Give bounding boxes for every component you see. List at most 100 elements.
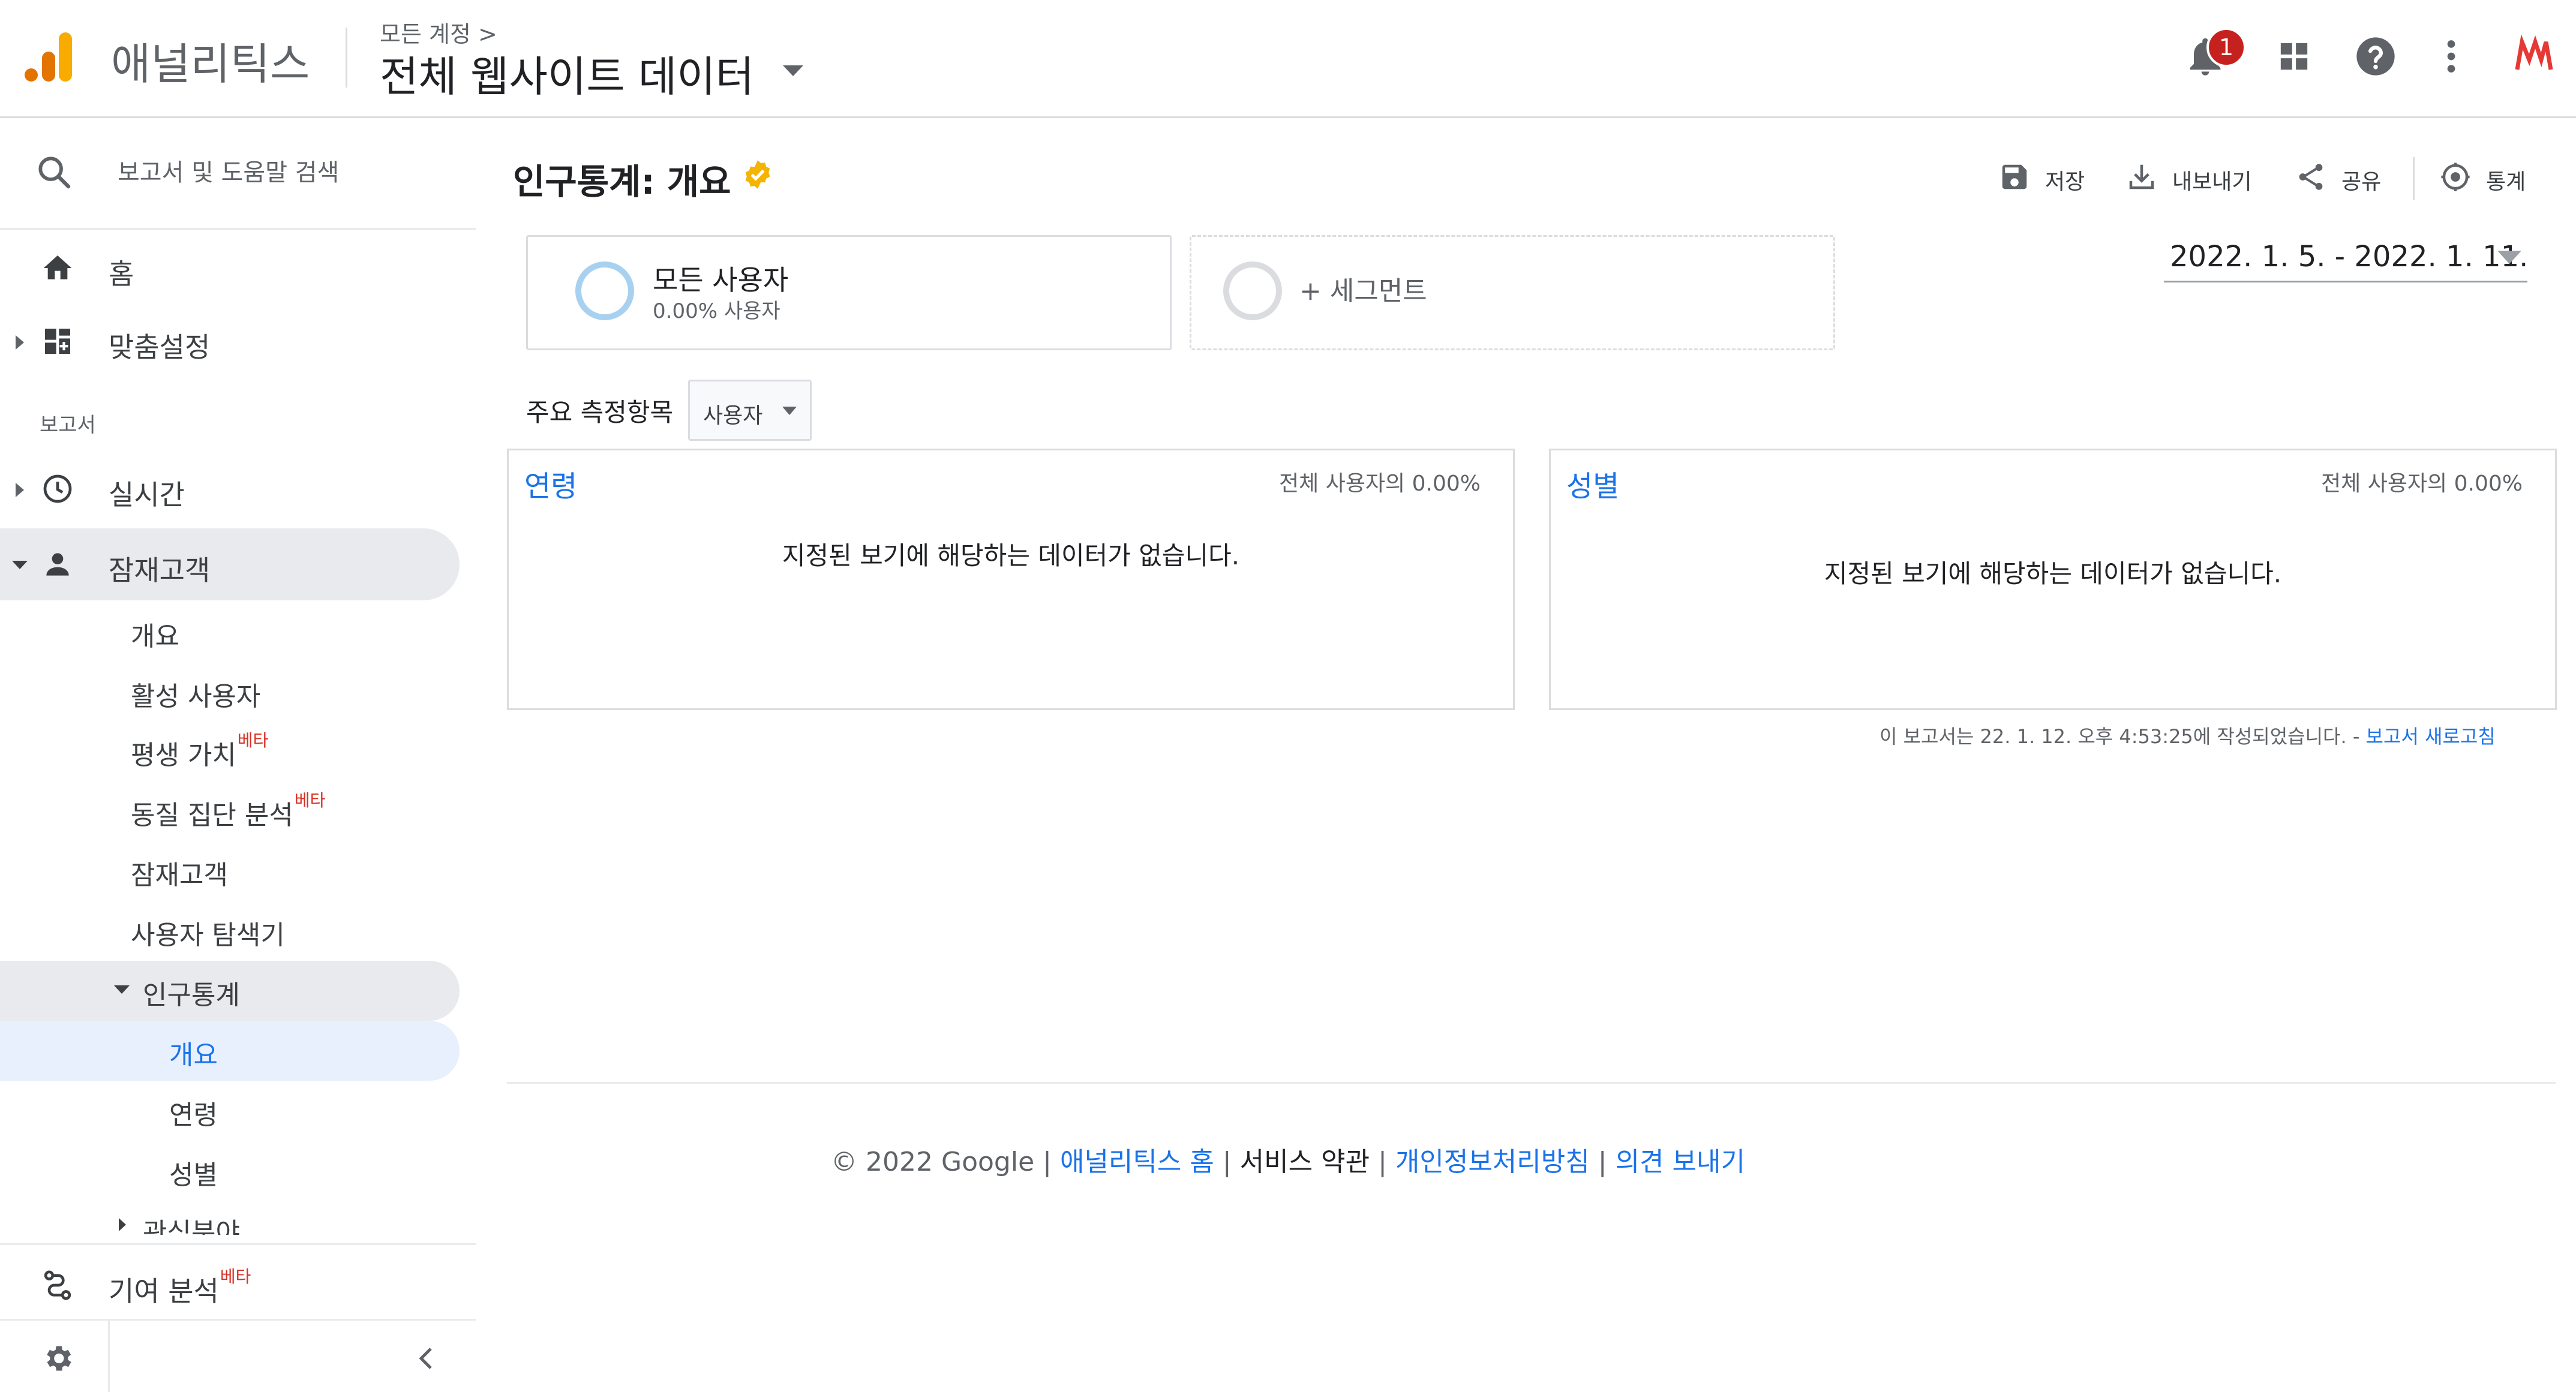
download-icon <box>2125 161 2158 193</box>
primary-metric-select[interactable]: 사용자 <box>688 380 812 441</box>
age-card-empty-message: 지정된 보기에 해당하는 데이터가 없습니다. <box>782 541 1240 570</box>
sidebar-item-user-explorer[interactable]: 사용자 탐색기 <box>131 913 285 952</box>
sidebar-item-customization[interactable]: 맞춤설정 <box>0 305 460 377</box>
beta-badge: 베타 <box>237 730 269 750</box>
export-button[interactable]: 내보내기 <box>2125 161 2263 194</box>
terms-link[interactable]: 서비스 약관 <box>1240 1147 1370 1177</box>
section-label-reports: 보고서 <box>40 413 96 437</box>
save-button[interactable]: 저장 <box>1998 161 2094 194</box>
sidebar-item-label: 홈 <box>109 258 134 290</box>
segment-name: 모든 사용자 <box>653 264 789 296</box>
copyright-text: © 2022 Google <box>831 1147 1035 1177</box>
home-icon <box>41 251 74 285</box>
report-timestamp-text: 이 보고서는 22. 1. 12. 오후 4:53:25에 작성되었습니다. - <box>1880 725 2360 748</box>
chevron-right-icon <box>119 1218 126 1231</box>
sidebar-item-label: 실시간 <box>109 479 185 511</box>
select-value: 사용자 <box>703 404 763 428</box>
attribution-route-icon <box>41 1268 74 1302</box>
chevron-down-icon[interactable] <box>2497 251 2521 264</box>
sidebar-item-home[interactable]: 홈 <box>0 232 460 304</box>
age-card-title[interactable]: 연령 <box>524 462 577 504</box>
sidebar-item-audience[interactable]: 잠재고객 <box>0 528 460 600</box>
analytics-logo[interactable] <box>23 30 77 84</box>
insights-label: 통계 <box>2486 170 2526 194</box>
beta-badge: 베타 <box>220 1267 251 1286</box>
gender-card-empty-message: 지정된 보기에 해당하는 데이터가 없습니다. <box>1824 559 2282 588</box>
sidebar-item-lifetime-value[interactable]: 평생 가치베타 <box>131 730 269 772</box>
footer-separator: | <box>1222 1147 1232 1177</box>
view-selector[interactable]: 전체 웹사이트 데이터 <box>380 43 754 104</box>
search-input[interactable]: 보고서 및 도움말 검색 <box>118 153 339 188</box>
footer-separator: | <box>1043 1147 1052 1177</box>
sidebar-item-demographics[interactable]: 인구통계 <box>143 973 240 1012</box>
primary-metric-label: 주요 측정항목 <box>526 398 674 427</box>
sidebar-item-age[interactable]: 연령 <box>169 1093 218 1132</box>
segment-ring-icon <box>574 260 636 322</box>
sidebar-item-overview[interactable]: 개요 <box>131 615 179 653</box>
segment-card-all-users[interactable]: 모든 사용자 0.00% 사용자 <box>526 235 1172 350</box>
sidebar-item-demographics-overview[interactable]: 개요 <box>169 1033 218 1072</box>
footer-separator: | <box>1378 1147 1387 1177</box>
top-app-bar: 애널리틱스 모든 계정 > 전체 웹사이트 데이터 1 <box>0 0 2576 118</box>
sidebar-footer-divider <box>108 1321 110 1392</box>
sidebar-divider <box>0 228 476 230</box>
gender-card-title[interactable]: 성별 <box>1566 462 1619 504</box>
age-card-percentage: 전체 사용자의 0.00% <box>1279 471 1481 496</box>
sidebar-item-label: 평생 가치 <box>131 740 236 771</box>
report-panel-bottom-border <box>507 1082 2556 1084</box>
search-icon[interactable] <box>35 153 73 191</box>
sidebar-item-label: 맞춤설정 <box>109 331 211 363</box>
segment-percentage: 0.00% 사용자 <box>653 299 780 323</box>
sidebar-item-audiences[interactable]: 잠재고객 <box>131 853 228 892</box>
segment-ring-icon <box>1221 260 1284 322</box>
sidebar-item-label: 동질 집단 분석 <box>131 800 293 831</box>
date-range-picker[interactable]: 2022. 1. 5. - 2022. 1. 11. <box>2170 240 2528 273</box>
chevron-down-icon <box>114 985 130 994</box>
selected-item-highlight <box>0 1021 460 1081</box>
sidebar-item-realtime[interactable]: 실시간 <box>0 453 460 525</box>
chevron-down-icon <box>782 407 797 415</box>
apps-grid-icon[interactable] <box>2271 34 2317 79</box>
app-name: 애널리틱스 <box>111 39 310 89</box>
send-feedback-link[interactable]: 의견 보내기 <box>1616 1147 1745 1177</box>
report-timestamp-note: 이 보고서는 22. 1. 12. 오후 4:53:25에 작성되었습니다. -… <box>1880 721 2496 749</box>
sidebar-item-interests[interactable]: 관심분야 <box>143 1211 240 1235</box>
page-title: 인구통계: 개요 <box>513 161 731 202</box>
footer: © 2022 Google | 애널리틱스 홈 | 서비스 약관 | 개인정보처… <box>0 1140 2576 1178</box>
chevron-right-icon <box>16 335 24 350</box>
sidebar-item-attribution[interactable]: 기여 분석베타 <box>0 1246 460 1318</box>
sidebar-item-label-wrap: 기여 분석베타 <box>109 1267 251 1309</box>
chevron-down-icon[interactable] <box>783 65 803 77</box>
age-card: 연령 전체 사용자의 0.00% 지정된 보기에 해당하는 데이터가 없습니다. <box>507 449 1515 710</box>
account-avatar[interactable] <box>2511 34 2557 79</box>
gender-card-percentage: 전체 사용자의 0.00% <box>2321 471 2523 496</box>
more-vert-icon[interactable] <box>2428 34 2474 79</box>
insights-icon <box>2439 161 2472 193</box>
collapse-sidebar-icon[interactable] <box>416 1346 434 1370</box>
share-label: 공유 <box>2341 170 2382 194</box>
sidebar-item-label: 기여 분석 <box>109 1275 219 1307</box>
analytics-home-link[interactable]: 애널리틱스 홈 <box>1060 1147 1214 1177</box>
share-button[interactable]: 공유 <box>2295 161 2391 194</box>
sidebar: 보고서 및 도움말 검색 홈 맞춤설정 보고서 실시간 잠재고객 개요 활성 사… <box>0 118 476 1392</box>
sidebar-item-cohort-analysis[interactable]: 동질 집단 분석베타 <box>131 790 326 832</box>
beta-badge: 베타 <box>294 790 326 810</box>
refresh-report-link[interactable]: 보고서 새로고침 <box>2366 725 2496 748</box>
sidebar-item-active-users[interactable]: 활성 사용자 <box>131 675 260 713</box>
insights-button[interactable]: 통계 <box>2439 161 2535 194</box>
add-segment-card[interactable]: + 세그먼트 <box>1190 235 1835 350</box>
sidebar-item-label: 잠재고객 <box>109 554 211 587</box>
sidebar-item-label: 관심분야 <box>143 1217 240 1235</box>
chevron-right-icon <box>16 483 24 497</box>
date-range-underline <box>2164 281 2527 282</box>
save-label: 저장 <box>2045 170 2085 194</box>
gear-icon[interactable] <box>41 1342 74 1375</box>
dashboard-grid-icon <box>41 324 74 358</box>
share-icon <box>2295 161 2327 193</box>
save-icon <box>1998 161 2031 193</box>
help-icon[interactable] <box>2353 34 2398 79</box>
sidebar-divider <box>0 1243 476 1245</box>
privacy-link[interactable]: 개인정보처리방침 <box>1395 1147 1590 1177</box>
sidebar-divider <box>0 1319 476 1321</box>
footer-separator: | <box>1598 1147 1607 1177</box>
